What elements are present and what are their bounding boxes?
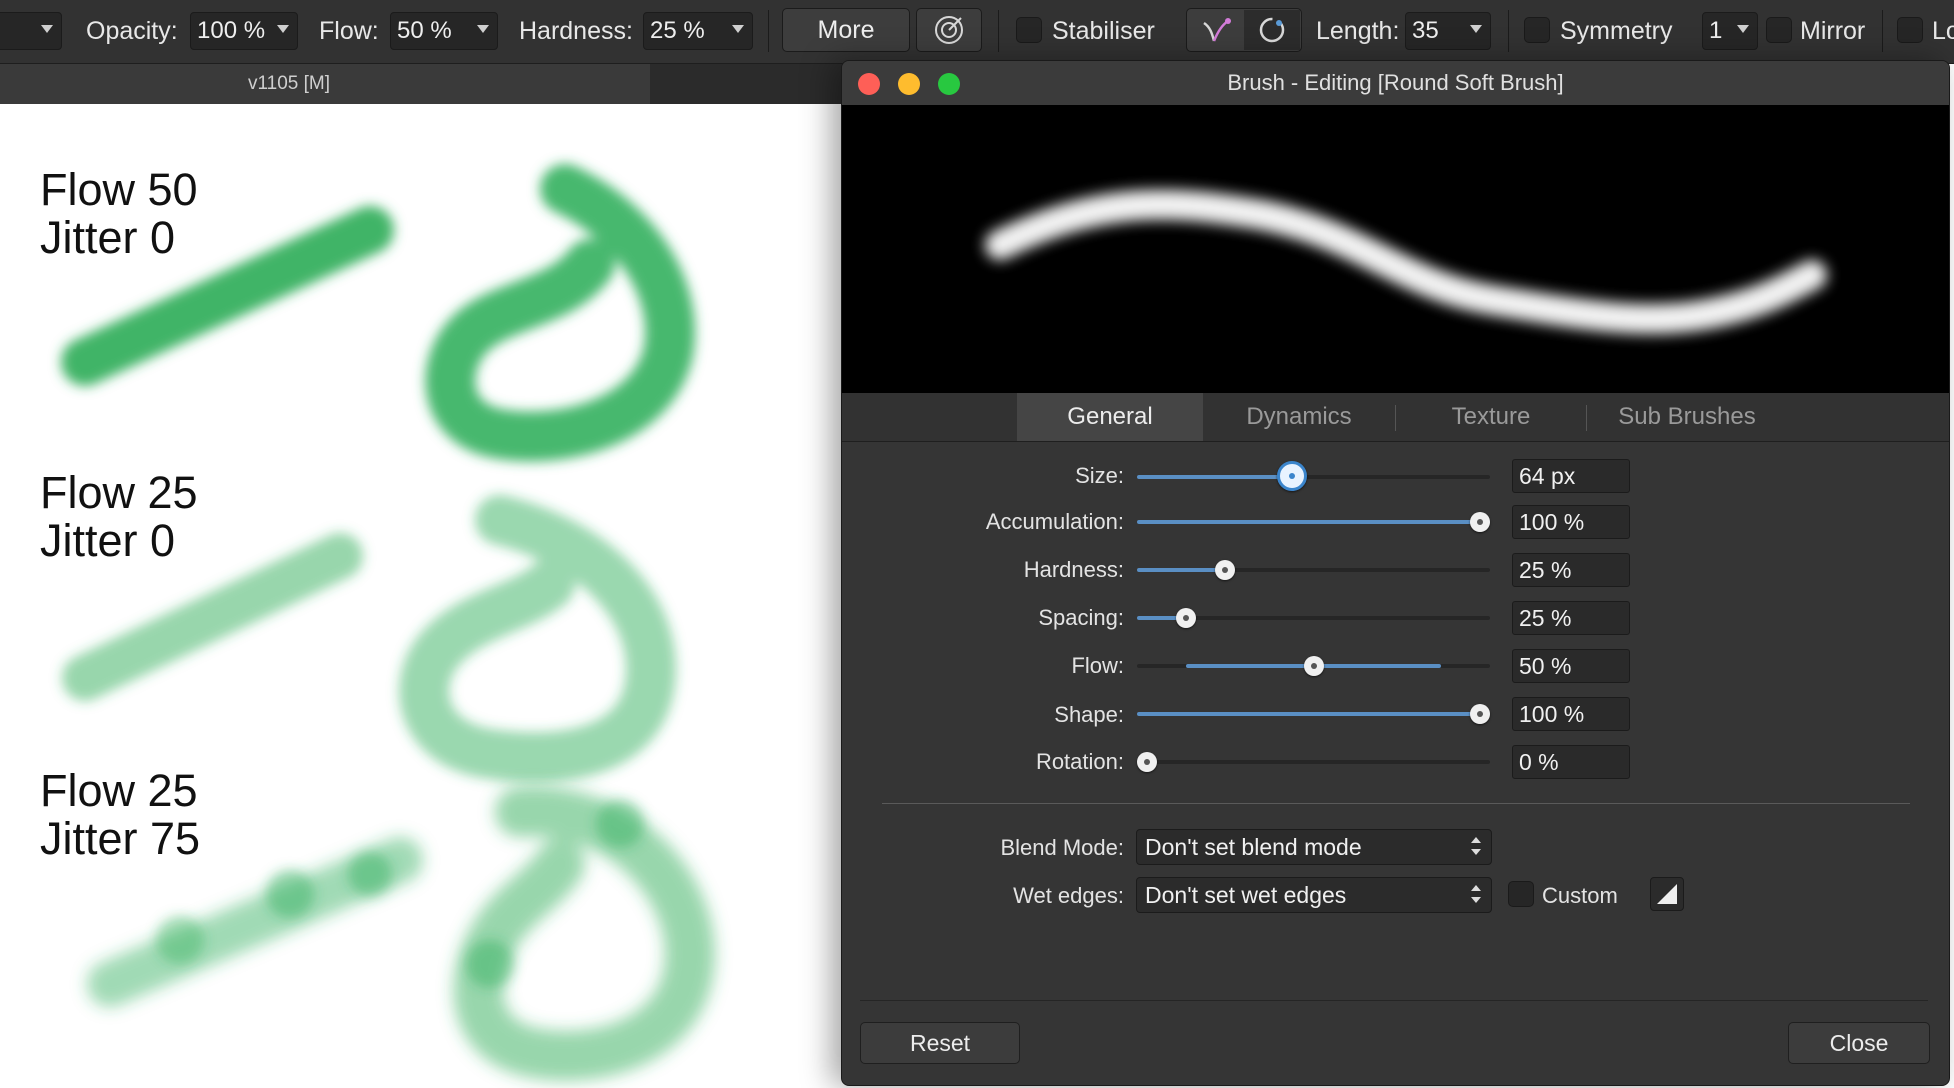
symmetry-checkbox[interactable] — [1524, 17, 1550, 43]
mirror-label: Mirror — [1800, 17, 1866, 45]
brush-preview — [842, 105, 1949, 393]
length-label: Length: — [1316, 17, 1400, 45]
dialog-tabs: General Dynamics Texture Sub Brushes — [842, 393, 1949, 442]
accumulation-label: Accumulation: — [985, 509, 1124, 534]
spacing-field[interactable]: 25 % — [1512, 601, 1630, 635]
flow-slider-handle[interactable] — [1303, 656, 1324, 676]
custom-label: Custom — [1542, 883, 1618, 908]
hardness-field[interactable]: 25 % — [1512, 553, 1630, 587]
accumulation-field[interactable]: 100 % — [1512, 505, 1630, 539]
flow-dropdown[interactable]: 50 % — [390, 12, 498, 50]
hardness-label: Hardness: — [1023, 557, 1124, 582]
flow-field[interactable]: 50 % — [1512, 649, 1630, 683]
opacity-label: Opacity: — [86, 17, 178, 45]
flow-label: Flow: — [319, 17, 379, 45]
tab-general[interactable]: General — [1017, 393, 1203, 441]
hardness-value: 25 % — [650, 17, 705, 44]
tab-dynamics[interactable]: Dynamics — [1204, 393, 1394, 441]
reset-button[interactable]: Reset — [860, 1022, 1020, 1064]
lock-label: Lo — [1932, 17, 1954, 45]
length-value: 35 — [1412, 17, 1439, 44]
accumulation-slider-handle[interactable] — [1470, 512, 1490, 532]
custom-checkbox[interactable] — [1508, 881, 1534, 907]
spacing-slider[interactable] — [1137, 608, 1490, 628]
hardness-slider-handle[interactable] — [1215, 560, 1236, 580]
window-mode-icon[interactable] — [1244, 10, 1300, 50]
stroke-curl-flow50 — [425, 164, 696, 462]
shape-label: Shape: — [1054, 702, 1124, 727]
hardness-dropdown[interactable]: 25 % — [643, 12, 753, 50]
blend-mode-value: Don't set blend mode — [1145, 833, 1362, 860]
wet-edges-label: Wet edges: — [1013, 883, 1124, 908]
size-field[interactable]: 64 px — [1512, 459, 1630, 493]
dialog-title: Brush - Editing [Round Soft Brush] — [1227, 70, 1564, 95]
opacity-dropdown[interactable]: 100 % — [190, 12, 298, 50]
shape-slider-handle[interactable] — [1470, 704, 1490, 724]
document-tab-bar: v1105 [M] — [0, 64, 845, 104]
opacity-value: 100 % — [197, 17, 266, 44]
hardness-slider[interactable] — [1137, 560, 1490, 580]
symmetry-label: Symmetry — [1560, 17, 1673, 45]
stabiliser-checkbox[interactable] — [1016, 17, 1042, 43]
stroke-line-flow50 — [61, 206, 394, 386]
stabiliser-mode-toggle — [1186, 8, 1302, 52]
flow-slider[interactable] — [1137, 656, 1490, 676]
size-slider-handle[interactable] — [1277, 461, 1308, 491]
footer-divider — [860, 1000, 1928, 1001]
toolbar-divider — [1508, 10, 1509, 52]
brush-dropdown[interactable] — [0, 12, 62, 50]
accumulation-slider[interactable] — [1137, 512, 1490, 532]
rotation-label: Rotation: — [1035, 749, 1124, 774]
more-button[interactable]: More — [782, 8, 910, 52]
size-label: Size: — [1075, 463, 1124, 488]
toolbar-divider — [998, 10, 999, 52]
pressure-icon — [935, 16, 963, 44]
rope-mode-icon[interactable] — [1188, 15, 1244, 45]
hardness-label: Hardness: — [519, 17, 633, 45]
toolbar-divider — [768, 10, 769, 52]
spacing-slider-handle[interactable] — [1176, 608, 1197, 628]
rotation-field[interactable]: 0 % — [1512, 745, 1630, 779]
section-divider — [882, 803, 1910, 804]
mirror-checkbox[interactable] — [1766, 17, 1792, 43]
stabiliser-label: Stabiliser — [1052, 17, 1155, 45]
lock-checkbox[interactable] — [1897, 17, 1923, 43]
flow-label: Flow: — [1071, 653, 1124, 678]
stepper-arrows-icon — [1471, 885, 1481, 905]
rotation-slider[interactable] — [1137, 752, 1490, 772]
size-slider[interactable] — [1137, 461, 1490, 491]
blend-mode-label: Blend Mode: — [1000, 835, 1124, 860]
toolbar-divider — [1882, 10, 1883, 52]
spacing-label: Spacing: — [1038, 605, 1124, 630]
shape-slider[interactable] — [1137, 704, 1490, 724]
close-button[interactable]: Close — [1788, 1022, 1930, 1064]
stroke-line-flow25 — [62, 533, 363, 701]
flow-value: 50 % — [397, 17, 452, 44]
length-dropdown[interactable]: 35 — [1405, 12, 1491, 50]
brush-preview-stroke — [985, 189, 1827, 335]
brush-strokes — [61, 164, 716, 1081]
tab-texture[interactable]: Texture — [1396, 393, 1586, 441]
stroke-curl-jitter75 — [453, 786, 716, 1081]
curve-editor-button[interactable] — [1650, 877, 1684, 911]
canvas[interactable]: Flow 50 Jitter 0 Flow 25 Jitter 0 Flow 2… — [0, 104, 845, 1088]
rotation-slider-handle[interactable] — [1137, 752, 1157, 772]
shape-field[interactable]: 100 % — [1512, 697, 1630, 731]
stroke-curl-flow25 — [399, 495, 677, 783]
dialog-titlebar: Brush - Editing [Round Soft Brush] — [842, 61, 1949, 106]
wet-edges-select[interactable]: Don't set wet edges — [1136, 877, 1492, 913]
blend-mode-select[interactable]: Don't set blend mode — [1136, 829, 1492, 865]
stepper-arrows-icon — [1471, 837, 1481, 857]
curve-icon — [1657, 884, 1677, 904]
pressure-button[interactable] — [916, 8, 982, 52]
symmetry-dropdown[interactable]: 1 — [1702, 12, 1758, 50]
wet-edges-value: Don't set wet edges — [1145, 881, 1347, 908]
symmetry-value: 1 — [1709, 17, 1723, 44]
document-tab[interactable]: v1105 [M] — [0, 64, 650, 104]
tab-sub-brushes[interactable]: Sub Brushes — [1587, 393, 1787, 441]
context-toolbar: Opacity: 100 % Flow: 50 % Hardness: 25 %… — [0, 0, 1954, 64]
brush-editor-dialog: Brush - Editing [Round Soft Brush] Gener… — [841, 60, 1950, 1086]
